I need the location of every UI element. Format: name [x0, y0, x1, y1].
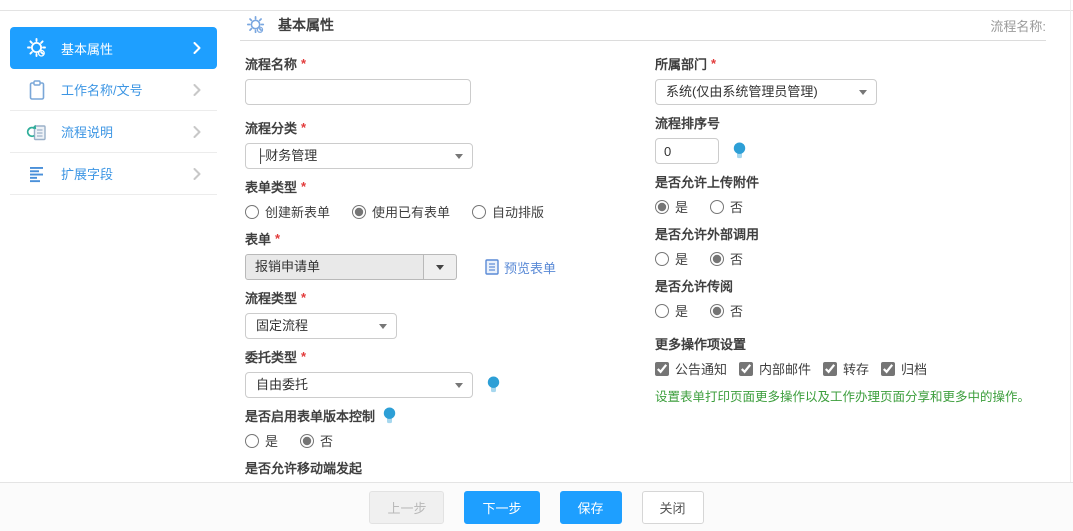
process-name-display-label: 流程名称:	[990, 16, 1046, 35]
doc-refresh-icon	[26, 121, 48, 143]
radio-allow-external-no[interactable]: 否	[710, 249, 743, 268]
step-sidebar: 基本属性 工作名称/文号 流程说明	[10, 27, 217, 195]
allow-external-label: 是否允许外部调用	[655, 224, 1045, 243]
delegate-type-row: 自由委托	[245, 372, 585, 398]
form-select-row: 报销申请单 预览表单	[245, 254, 585, 280]
version-control-label: 是否启用表单版本控制	[245, 406, 585, 425]
lightbulb-icon	[733, 142, 746, 160]
close-button[interactable]: 关闭	[642, 491, 704, 524]
checkbox-archive[interactable]: 归档	[881, 359, 927, 378]
radio-allow-circulation-no[interactable]: 否	[710, 301, 743, 320]
allow-circulation-label: 是否允许传阅	[655, 276, 1045, 295]
sidebar-item-label: 基本属性	[61, 39, 193, 58]
radio-allow-circulation-yes[interactable]: 是	[655, 301, 688, 320]
radio-create-new-form[interactable]: 创建新表单	[245, 202, 330, 221]
sidebar-item-process-description[interactable]: 流程说明	[10, 111, 217, 153]
checkbox-internal-mail[interactable]: 内部邮件	[739, 359, 811, 378]
chevron-right-icon	[193, 168, 201, 180]
allow-upload-label: 是否允许上传附件	[655, 172, 1045, 191]
chevron-right-icon	[193, 42, 201, 54]
department-label: 所属部门*	[655, 54, 1045, 73]
gear-icon	[246, 15, 266, 35]
content-header: 基本属性 流程名称:	[240, 10, 1046, 41]
main-content: 基本属性 流程名称: 流程名称* 流程分类* ├财务管理 表单类型* 创建新表单	[240, 10, 1046, 41]
chevron-right-icon	[193, 84, 201, 96]
form-select-combobox[interactable]: 报销申请单	[245, 254, 457, 280]
process-type-select[interactable]: 固定流程	[245, 313, 397, 339]
gear-icon	[26, 37, 48, 59]
allow-external-radio-group: 是 否	[655, 249, 1045, 268]
version-control-radio-group: 是 否	[245, 431, 585, 450]
sidebar-item-basic-properties[interactable]: 基本属性	[10, 27, 217, 69]
radio-allow-external-yes[interactable]: 是	[655, 249, 688, 268]
dropdown-arrow-icon[interactable]	[423, 255, 456, 279]
more-actions-checkbox-group: 公告通知 内部邮件 转存 归档	[655, 359, 1045, 378]
next-step-button[interactable]: 下一步	[464, 491, 539, 524]
checkbox-transfer-save[interactable]: 转存	[823, 359, 869, 378]
sidebar-item-extended-fields[interactable]: 扩展字段	[10, 153, 217, 195]
form-type-radio-group: 创建新表单 使用已有表单 自动排版	[245, 202, 585, 221]
page-title: 基本属性	[278, 15, 990, 35]
save-button[interactable]: 保存	[560, 491, 622, 524]
form-select-label: 表单*	[245, 229, 585, 248]
department-select[interactable]: 系统(仅由系统管理员管理)	[655, 79, 877, 105]
process-category-label: 流程分类*	[245, 118, 585, 137]
sort-number-label: 流程排序号	[655, 113, 1045, 132]
checkbox-announcement-notice[interactable]: 公告通知	[655, 359, 727, 378]
sidebar-item-work-name-number[interactable]: 工作名称/文号	[10, 69, 217, 111]
form-type-label: 表单类型*	[245, 177, 585, 196]
sort-number-row	[655, 138, 1045, 164]
radio-allow-upload-yes[interactable]: 是	[655, 197, 688, 216]
radio-version-control-yes[interactable]: 是	[245, 431, 278, 450]
footer-button-bar: 上一步 下一步 保存 关闭	[0, 482, 1073, 531]
delegate-type-select[interactable]: 自由委托	[245, 372, 473, 398]
radio-use-existing-form[interactable]: 使用已有表单	[352, 202, 450, 221]
previous-step-button[interactable]: 上一步	[369, 491, 444, 524]
more-actions-note: 设置表单打印页面更多操作以及工作办理页面分享和更多中的操作。	[655, 386, 1045, 405]
delegate-type-label: 委托类型*	[245, 347, 585, 366]
sidebar-item-label: 工作名称/文号	[61, 80, 193, 99]
more-actions-label: 更多操作项设置	[655, 334, 1045, 353]
form-column-right: 所属部门* 系统(仅由系统管理员管理) 流程排序号 是否允许上传附件	[655, 54, 1045, 405]
preview-form-link[interactable]: 预览表单	[485, 258, 556, 277]
sidebar-item-label: 扩展字段	[61, 164, 193, 183]
radio-allow-upload-no[interactable]: 否	[710, 197, 743, 216]
process-name-input[interactable]	[245, 79, 471, 105]
chevron-right-icon	[193, 126, 201, 138]
radio-auto-layout[interactable]: 自动排版	[472, 202, 544, 221]
process-category-select[interactable]: ├财务管理	[245, 143, 473, 169]
radio-version-control-no[interactable]: 否	[300, 431, 333, 450]
sort-number-input[interactable]	[655, 138, 719, 164]
sidebar-item-label: 流程说明	[61, 122, 193, 141]
clipboard-icon	[26, 79, 48, 101]
right-edge-divider	[1070, 0, 1071, 482]
document-icon	[485, 259, 499, 275]
allow-circulation-radio-group: 是 否	[655, 301, 1045, 320]
process-type-label: 流程类型*	[245, 288, 585, 307]
process-name-label: 流程名称*	[245, 54, 585, 73]
mobile-initiate-label: 是否允许移动端发起	[245, 458, 585, 477]
allow-upload-radio-group: 是 否	[655, 197, 1045, 216]
form-column-left: 流程名称* 流程分类* ├财务管理 表单类型* 创建新表单 使用已有表单	[245, 54, 585, 508]
list-lines-icon	[26, 163, 48, 185]
lightbulb-icon	[383, 407, 396, 425]
lightbulb-icon	[487, 376, 500, 394]
